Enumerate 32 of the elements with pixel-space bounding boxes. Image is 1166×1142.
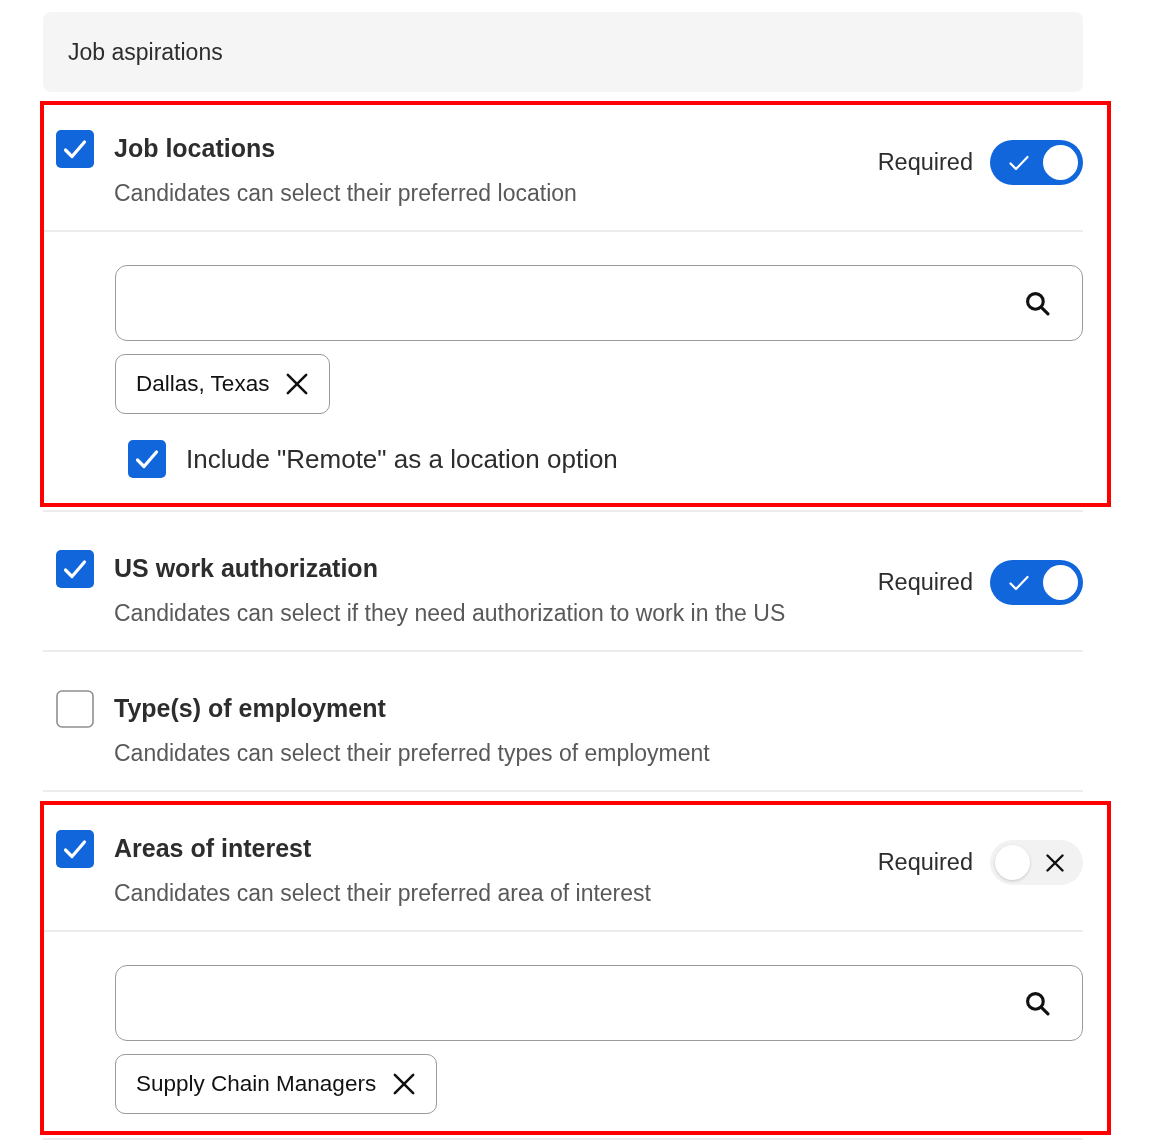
option-description: Candidates can select their preferred types of employment xyxy=(114,739,711,768)
toggle-switch[interactable] xyxy=(990,140,1083,185)
search-field[interactable] xyxy=(115,265,1083,341)
option-description: Candidates can select their preferred area of interest xyxy=(114,879,652,908)
check-icon xyxy=(1009,574,1029,591)
checkbox[interactable] xyxy=(128,440,166,478)
checkbox[interactable] xyxy=(56,690,94,728)
search-icon xyxy=(1025,990,1050,1016)
toggle-switch[interactable] xyxy=(990,840,1083,885)
option-title: Type(s) of employment xyxy=(114,693,387,724)
checkbox[interactable] xyxy=(56,130,94,168)
check-icon xyxy=(1009,154,1029,171)
option-title: Areas of interest xyxy=(114,833,313,864)
option-description: Candidates can select if they need authorization to work in the US xyxy=(114,599,787,628)
checkbox-label: Include "Remote" as a location option xyxy=(186,443,618,475)
chip-label: Supply Chain Managers xyxy=(136,1071,377,1097)
required-label: Required xyxy=(877,849,973,876)
toggle-switch[interactable] xyxy=(990,560,1083,605)
option-description: Candidates can select their preferred location xyxy=(114,179,578,208)
close-icon[interactable] xyxy=(393,1073,416,1095)
search-field[interactable] xyxy=(115,965,1083,1041)
search-icon xyxy=(1025,290,1050,316)
cross-icon xyxy=(1046,853,1064,872)
required-label: Required xyxy=(877,149,973,176)
option-title: US work authorization xyxy=(114,553,379,584)
option-title: Job locations xyxy=(114,133,277,164)
header-title: Job aspirations xyxy=(68,38,223,66)
checkbox[interactable] xyxy=(56,550,94,588)
checkbox[interactable] xyxy=(56,830,94,868)
close-icon[interactable] xyxy=(286,373,309,395)
chip-label: Dallas, Texas xyxy=(136,371,270,397)
required-label: Required xyxy=(877,569,973,596)
